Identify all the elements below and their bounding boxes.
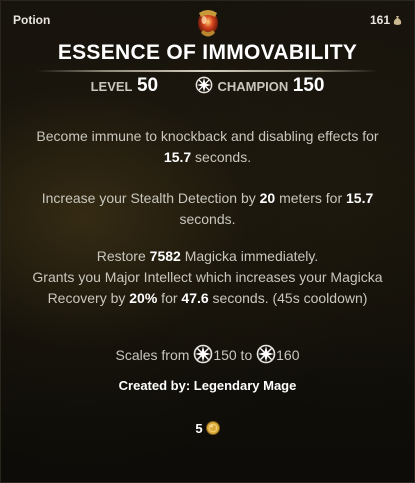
stack-count: 161 (370, 13, 402, 27)
level-requirements: LEVEL 50 CHAMPION 150 (1, 75, 414, 97)
scales-from: 150 (213, 347, 237, 363)
title-divider (37, 70, 378, 72)
scaling-range: Scales from 150 to 160 (21, 344, 394, 366)
potion-icon (197, 10, 218, 37)
gold-coin-icon (205, 421, 220, 435)
effect-value: 15.7 (163, 149, 192, 165)
effect-magicka: Restore 7582 Magicka immediately. Grants … (32, 248, 383, 306)
item-tooltip: Potion 161 ESSENCE OF IMMOVABILITY LEVEL… (0, 0, 415, 483)
effect-value: 7582 (149, 248, 181, 264)
champion-value: 150 (292, 75, 325, 96)
level-label: LEVEL (90, 79, 133, 94)
champion-label: CHAMPION (217, 79, 289, 94)
item-value: 5 (1, 421, 414, 436)
effect-value: 15.7 (346, 190, 374, 206)
gold-value: 5 (195, 421, 203, 436)
creator-line: Created by: Legendary Mage (118, 378, 297, 393)
effect-value: 20% (129, 290, 158, 306)
stack-count-value: 161 (369, 13, 390, 27)
champion-point-icon (195, 76, 213, 94)
bag-icon (393, 15, 402, 25)
champion-point-icon (256, 344, 276, 364)
effect-immunity: Become immune to knockback and disabling… (36, 128, 379, 165)
item-type-label: Potion (13, 13, 51, 27)
scales-prefix: Scales from (115, 347, 194, 363)
effect-value: 20 (259, 190, 276, 206)
scales-to: 160 (276, 347, 300, 363)
tooltip-header: Potion 161 (13, 10, 402, 37)
level-value: 50 (136, 75, 159, 96)
effect-value: 47.6 (181, 290, 209, 306)
item-name: ESSENCE OF IMMOVABILITY (57, 41, 358, 64)
effect-stealth-detection: Increase your Stealth Detection by 20 me… (41, 190, 374, 227)
scales-mid: to (236, 347, 257, 363)
champion-point-icon (194, 344, 213, 364)
